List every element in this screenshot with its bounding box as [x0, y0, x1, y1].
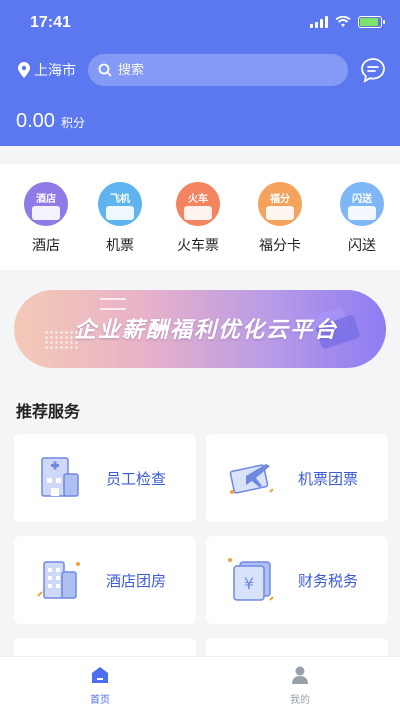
hotel-icon: 酒店 — [24, 182, 68, 226]
search-bar[interactable] — [88, 54, 348, 86]
service-card-finance[interactable]: ¥ 财务税务 — [206, 536, 388, 624]
gift-card-icon: 福分 — [258, 182, 302, 226]
service-card-medical[interactable]: 员工检查 — [14, 434, 196, 522]
quick-item-hotel[interactable]: 酒店 酒店 — [14, 182, 78, 255]
wave-decoration — [100, 298, 126, 310]
dots-decoration — [44, 330, 78, 350]
tab-label: 首页 — [90, 695, 110, 706]
quick-item-label: 福分卡 — [259, 238, 301, 254]
status-time: 17:41 — [30, 14, 71, 31]
points-value: 0.00 — [16, 110, 55, 132]
tab-home[interactable]: 首页 — [70, 665, 130, 706]
service-label: 机票团票 — [298, 470, 359, 488]
medical-building-icon — [41, 457, 79, 497]
quick-item-flight[interactable]: 飞机 机票 — [88, 182, 152, 255]
service-card-flight-group[interactable]: 机票团票 — [206, 434, 388, 522]
tab-mine[interactable]: 我的 — [270, 665, 330, 706]
service-label: 财务税务 — [298, 572, 359, 590]
service-label: 员工检查 — [106, 470, 167, 488]
bottom-tab-bar: 首页 我的 — [0, 656, 400, 710]
service-card-partial[interactable] — [14, 638, 196, 658]
home-icon — [92, 667, 108, 683]
location-label: 上海市 — [34, 63, 76, 79]
plane-ticket-icon — [229, 464, 274, 494]
status-icons — [310, 16, 385, 28]
wifi-icon — [335, 16, 351, 27]
battery-icon — [358, 16, 385, 28]
quick-item-flash-delivery[interactable]: 闪送 闪送 — [330, 182, 394, 255]
location-pin-icon — [18, 62, 30, 78]
service-card-hotel-group[interactable]: 酒店团房 — [14, 536, 196, 624]
quick-item-gift-card[interactable]: 福分 福分卡 — [248, 182, 312, 255]
service-label: 酒店团房 — [106, 572, 167, 590]
flash-delivery-icon: 闪送 — [340, 182, 384, 226]
points-display[interactable]: 0.00 积分 — [16, 110, 85, 133]
location-selector[interactable]: 上海市 — [18, 60, 76, 80]
quick-item-train[interactable]: 火车 火车票 — [166, 182, 230, 255]
search-input[interactable] — [118, 62, 318, 78]
train-icon: 火车 — [176, 182, 220, 226]
message-icon[interactable] — [360, 57, 386, 83]
quick-services-panel: 酒店 酒店 飞机 机票 火车 火车票 福分 福分卡 闪送 闪送 — [0, 164, 400, 270]
tab-label: 我的 — [290, 695, 310, 706]
search-icon — [98, 63, 112, 77]
user-icon — [292, 666, 308, 684]
app-header: 17:41 上海市 0.00 — [0, 0, 400, 146]
svg-text:¥: ¥ — [244, 574, 254, 593]
promo-banner[interactable]: 企业薪酬福利优化云平台 — [14, 290, 386, 368]
quick-item-label: 机票 — [106, 238, 134, 254]
section-title: 推荐服务 — [16, 402, 81, 421]
banner-title: 企业薪酬福利优化云平台 — [74, 318, 339, 343]
quick-item-label: 酒店 — [32, 238, 60, 254]
plane-icon: 飞机 — [98, 182, 142, 226]
hotel-building-icon — [37, 561, 80, 599]
signal-icon — [310, 16, 328, 28]
service-card-partial[interactable] — [206, 638, 388, 658]
finance-yen-icon: ¥ — [228, 558, 274, 601]
status-bar: 17:41 — [0, 0, 400, 46]
quick-item-label: 闪送 — [348, 238, 376, 254]
quick-item-label: 火车票 — [177, 238, 219, 254]
points-unit: 积分 — [60, 116, 85, 130]
